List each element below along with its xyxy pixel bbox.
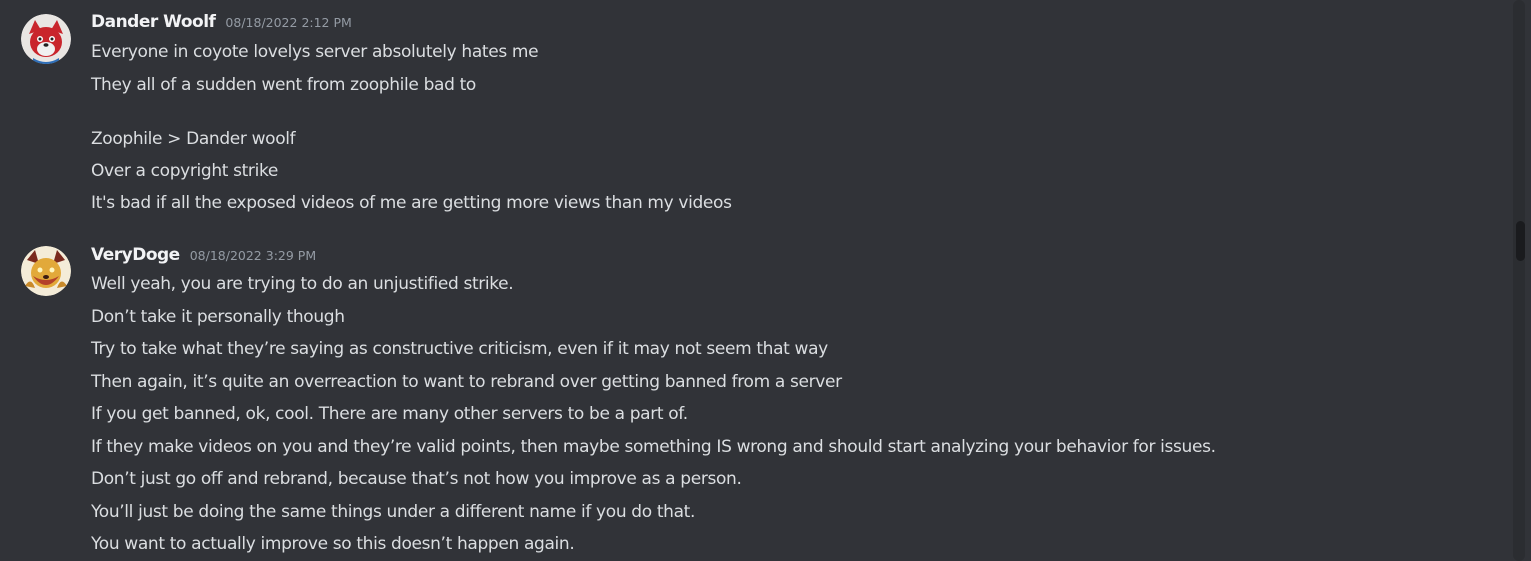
message-line: If you get banned, ok, cool. There are m… bbox=[91, 404, 688, 424]
avatar-golden-dog-icon bbox=[21, 246, 71, 296]
timestamp[interactable]: 08/18/2022 3:29 PM bbox=[190, 248, 316, 263]
message-line: Don’t take it personally though bbox=[91, 307, 345, 327]
message-line: Well yeah, you are trying to do an unjus… bbox=[91, 274, 514, 294]
scrollbar-thumb[interactable] bbox=[1516, 221, 1525, 261]
message-line: Don’t just go off and rebrand, because t… bbox=[91, 469, 742, 489]
username[interactable]: VeryDoge bbox=[91, 245, 180, 265]
message-list: Dander Woolf 08/18/2022 2:12 PM Everyone… bbox=[0, 0, 1531, 561]
message-line: Then again, it’s quite an overreaction t… bbox=[91, 372, 842, 392]
scrollbar-track[interactable] bbox=[1513, 0, 1525, 561]
message-line: You’ll just be doing the same things und… bbox=[91, 502, 696, 522]
message-line: If they make videos on you and they’re v… bbox=[91, 437, 1216, 457]
message-line: Try to take what they’re saying as const… bbox=[91, 339, 828, 359]
message-group: VeryDoge 08/18/2022 3:29 PM Well yeah, y… bbox=[0, 0, 1507, 561]
message-line: You want to actually improve so this doe… bbox=[91, 534, 575, 554]
avatar[interactable] bbox=[21, 246, 71, 296]
message-header: VeryDoge 08/18/2022 3:29 PM bbox=[91, 245, 316, 269]
